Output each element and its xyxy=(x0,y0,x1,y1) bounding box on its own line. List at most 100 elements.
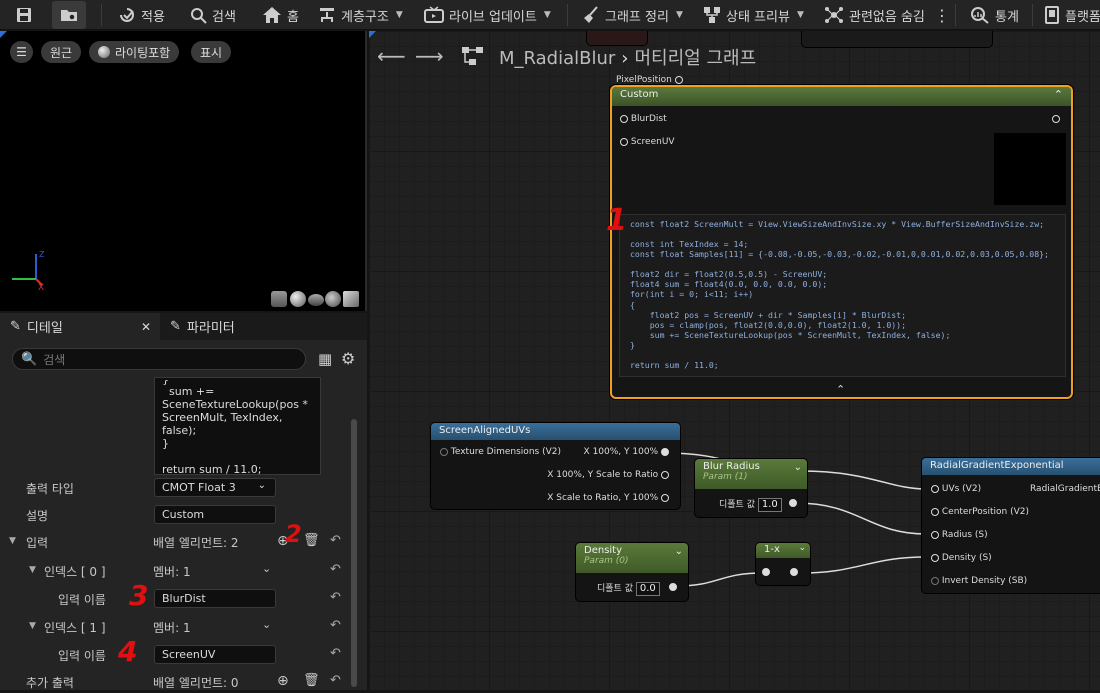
code-textbox[interactable]: { sum += SceneTextureLookup(pos * Screen… xyxy=(154,377,321,475)
reset-icon[interactable]: ↶ xyxy=(330,533,341,548)
input-pin-invert-density[interactable]: Invert Density (SB) xyxy=(931,576,1027,586)
annotation-1: 1 xyxy=(606,203,627,238)
output-pin-label[interactable]: RadialGradientEx xyxy=(1030,484,1100,494)
output-pin[interactable] xyxy=(790,567,798,577)
node-header[interactable]: ScreenAlignedUVs xyxy=(431,423,680,440)
custom-node[interactable]: Custom ⌃ BlurDist ScreenUV const float2 S… xyxy=(610,85,1073,399)
apply-icon xyxy=(120,8,134,22)
output-pin-uv2[interactable]: X 100%, Y Scale to Ratio xyxy=(547,470,669,480)
browse-icon[interactable] xyxy=(52,1,86,29)
reset-icon[interactable]: ↶ xyxy=(330,646,341,661)
code-line: const int TexIndex = 14; xyxy=(630,239,749,250)
output-pin[interactable] xyxy=(1052,114,1060,124)
input-name1-field[interactable]: ScreenUV xyxy=(154,645,276,664)
delete-all-icon[interactable]: 🗑 xyxy=(303,673,320,688)
code-line: } xyxy=(162,437,169,450)
preview-state-button[interactable]: 상태 프리뷰 ▼ xyxy=(703,0,804,30)
plane-preview-icon[interactable] xyxy=(308,294,324,306)
input-pin-uvs[interactable]: UVs (V2) xyxy=(931,484,981,494)
offscreen-node[interactable] xyxy=(587,31,647,45)
input-pin-density[interactable]: Density (S) xyxy=(931,553,992,563)
output-pin[interactable] xyxy=(789,498,797,508)
show-label: 표시 xyxy=(200,45,223,60)
material-graph-canvas[interactable]: ⟵ ⟶ M_RadialBlur › 머티리얼 그래프 PixelPosition … xyxy=(369,31,1100,690)
radial-gradient-exponential-node[interactable]: RadialGradientExponential UVs (V2) Radia… xyxy=(922,458,1100,593)
platform-button[interactable]: 플랫폼 xyxy=(1044,0,1100,30)
input-pin-center-position[interactable]: CenterPosition (V2) xyxy=(931,507,1029,517)
tab-details[interactable]: ✎ 디테일 ✕ xyxy=(0,313,160,340)
details-search-input[interactable]: 🔍 검색 xyxy=(12,348,306,370)
show-button[interactable]: 표시 xyxy=(191,41,232,63)
blur-radius-param-node[interactable]: Blur Radius Param (1) ⌄ 디폴트 값 1.0 xyxy=(695,459,807,517)
one-minus-node[interactable]: 1-x ⌄ xyxy=(756,543,810,585)
pixel-position-pin[interactable]: PixelPosition xyxy=(616,75,683,85)
output-pin-uv1[interactable]: X 100%, Y 100% xyxy=(584,447,669,457)
delete-all-icon[interactable]: 🗑 xyxy=(303,533,320,548)
node-header[interactable]: RadialGradientExponential xyxy=(922,458,1100,475)
reset-icon[interactable]: ↶ xyxy=(330,562,341,577)
stats-button[interactable]: 통계 xyxy=(970,0,1019,30)
node-header[interactable]: Density Param (0) ⌄ xyxy=(576,543,688,573)
offscreen-node[interactable] xyxy=(802,31,992,47)
settings-gear-icon[interactable]: ⚙ xyxy=(341,349,355,368)
close-tab-icon[interactable]: ✕ xyxy=(141,320,151,334)
material-preview-viewport[interactable]: ☰ 원근 라이팅포함 표시 Z X xyxy=(0,31,367,311)
output-type-dropdown[interactable]: CMOT Float 3 ⌄ xyxy=(154,478,276,497)
default-value-field[interactable]: 0.0 xyxy=(635,582,660,596)
screen-aligned-uvs-node[interactable]: ScreenAlignedUVs Texture Dimensions (V2)… xyxy=(431,423,680,509)
input-pin-texture-dimensions[interactable]: Texture Dimensions (V2) xyxy=(440,447,561,457)
live-update-button[interactable]: 라이브 업데이트 ▼ xyxy=(424,0,551,30)
perspective-button[interactable]: 원근 xyxy=(41,41,82,63)
tab-parameters[interactable]: ✎ 파라미터 xyxy=(170,313,235,340)
tab-parameters-label: 파라미터 xyxy=(186,321,235,336)
input-pin-blurdist[interactable]: BlurDist xyxy=(620,114,667,124)
reset-icon[interactable]: ↶ xyxy=(330,590,341,605)
chevron-down-icon[interactable]: ⌄ xyxy=(262,562,271,575)
home-label: 홈 xyxy=(287,9,299,25)
annotation-4: 4 xyxy=(118,635,138,668)
input-name0-field[interactable]: BlurDist xyxy=(154,589,276,608)
mesh-preview-icon[interactable] xyxy=(325,291,341,307)
custom-code-editor[interactable]: const float2 ScreenMult = View.ViewSizeA… xyxy=(619,214,1066,377)
default-value-field[interactable]: 1.0 xyxy=(757,498,782,512)
cube-preview-icon[interactable] xyxy=(343,291,359,307)
collapse-icon[interactable]: ⌃ xyxy=(1054,88,1063,101)
chevron-down-icon[interactable]: ⌄ xyxy=(798,543,806,553)
chevron-down-icon[interactable]: ⌄ xyxy=(675,546,683,557)
output-pin-uv3[interactable]: X Scale to Ratio, Y 100% xyxy=(547,493,669,503)
node-header[interactable]: 1-x ⌄ xyxy=(756,543,810,558)
input-pin-radius[interactable]: Radius (S) xyxy=(931,530,988,540)
code-line: const float Samples[11] = {-0.08,-0.05,-… xyxy=(630,249,1049,260)
search-button[interactable]: 검색 xyxy=(190,0,236,30)
main-toolbar: 적용 검색 홈 계층구조 ▼ 라이브 업데이트 ▼ 그래프 정리 ▼ 상태 프리뷰 ▼ … xyxy=(0,0,1100,30)
reset-icon[interactable]: ↶ xyxy=(330,618,341,633)
density-param-node[interactable]: Density Param (0) ⌄ 디폴트 값 0.0 xyxy=(576,543,688,601)
expand-arrow-icon[interactable]: ▼ xyxy=(29,621,36,631)
expand-arrow-icon[interactable]: ▼ xyxy=(9,536,16,546)
more-options-icon[interactable]: ⋮ xyxy=(934,0,950,30)
hierarchy-button[interactable]: 계층구조 ▼ xyxy=(318,0,403,30)
description-input[interactable]: Custom xyxy=(154,505,276,524)
chevron-down-icon[interactable]: ⌄ xyxy=(262,618,271,631)
node-header[interactable]: Blur Radius Param (1) ⌄ xyxy=(695,459,807,489)
cylinder-preview-icon[interactable] xyxy=(271,291,287,307)
details-scrollbar[interactable] xyxy=(351,419,357,687)
table-view-icon[interactable]: ▦ xyxy=(318,350,332,368)
reset-icon[interactable]: ↶ xyxy=(330,673,341,688)
custom-node-header[interactable]: Custom ⌃ xyxy=(612,87,1071,106)
input-pin[interactable] xyxy=(762,567,770,577)
sphere-preview-icon[interactable] xyxy=(290,291,306,307)
viewport-menu-button[interactable]: ☰ xyxy=(10,41,33,63)
hide-unrelated-button[interactable]: 관련없음 숨김 xyxy=(824,0,925,30)
save-icon[interactable] xyxy=(16,0,32,30)
expand-arrow-icon[interactable]: ▼ xyxy=(29,565,36,575)
clean-graph-button[interactable]: 그래프 정리 ▼ xyxy=(582,0,683,30)
lit-button[interactable]: 라이팅포함 xyxy=(89,41,180,63)
chevron-down-icon[interactable]: ⌄ xyxy=(794,462,802,473)
add-element-icon[interactable]: ⊕ xyxy=(277,673,289,689)
home-button[interactable]: 홈 xyxy=(262,0,299,30)
expand-code-icon[interactable]: ⌃ xyxy=(836,383,845,396)
apply-button[interactable]: 적용 xyxy=(118,0,165,30)
output-pin[interactable] xyxy=(669,582,677,592)
input-pin-screenuv[interactable]: ScreenUV xyxy=(620,137,675,147)
